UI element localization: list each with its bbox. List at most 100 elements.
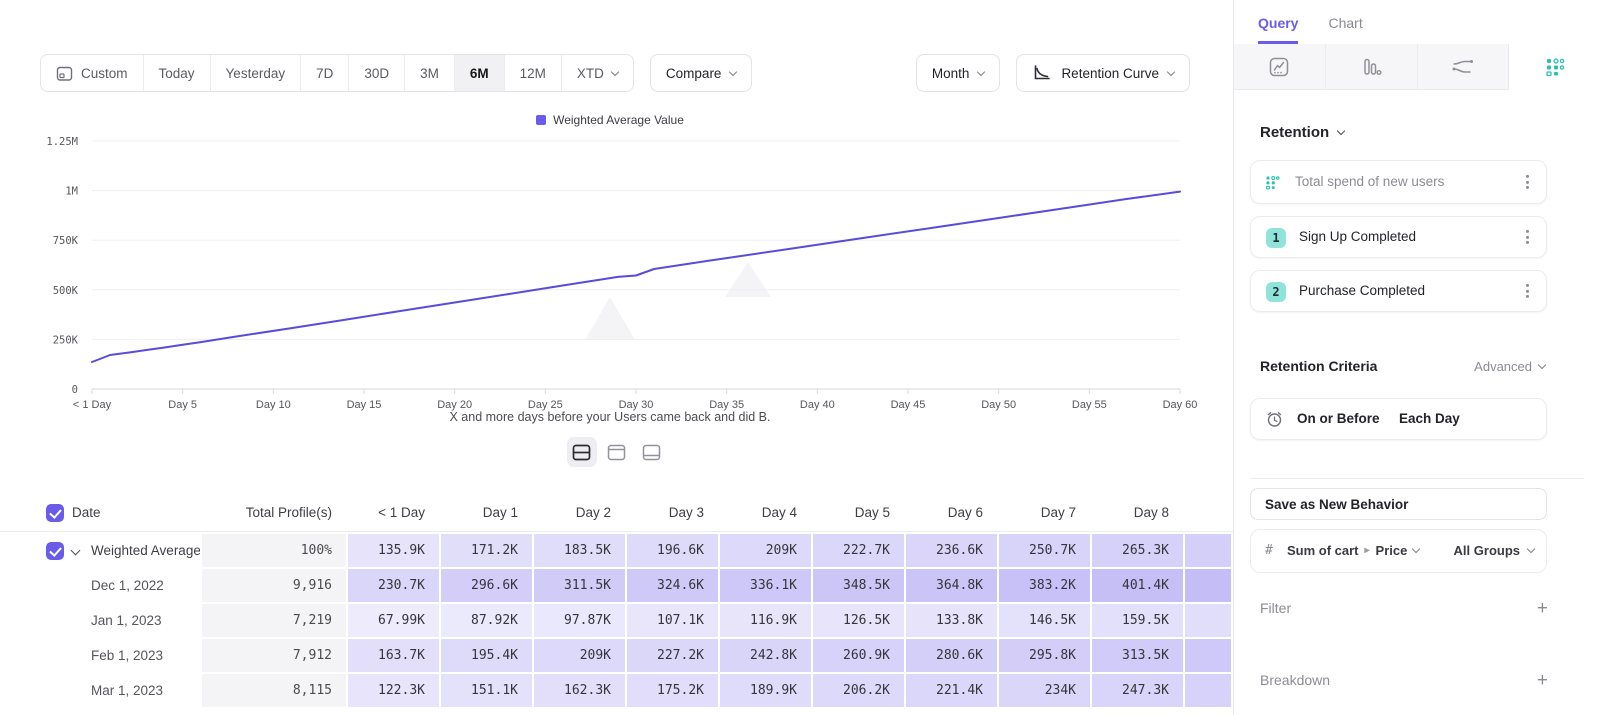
row-expand-chevron[interactable] bbox=[71, 546, 81, 556]
add-filter-button[interactable]: + bbox=[1537, 599, 1548, 618]
group-selector-dropdown[interactable]: All Groups bbox=[1454, 543, 1534, 558]
table-view-button[interactable] bbox=[637, 437, 667, 467]
retention-value-cell[interactable]: 250.7K bbox=[999, 534, 1090, 567]
retention-value-cell[interactable]: 209K bbox=[534, 639, 625, 672]
retention-value-cell[interactable]: 171.2K bbox=[441, 534, 532, 567]
retention-value-cell[interactable]: 116.9K bbox=[720, 604, 811, 637]
granularity-button[interactable]: Month bbox=[916, 54, 1001, 92]
save-as-new-behavior-button[interactable]: Save as New Behavior bbox=[1250, 488, 1547, 520]
criteria-mode-dropdown[interactable]: Advanced bbox=[1474, 359, 1545, 374]
retention-value-cell[interactable]: 146.5K bbox=[999, 604, 1090, 637]
report-funnels-button[interactable] bbox=[1326, 44, 1418, 90]
range-7d[interactable]: 7D bbox=[301, 55, 349, 91]
retention-value-cell[interactable]: 135.9K bbox=[348, 534, 439, 567]
retention-value-cell[interactable]: 280.6K bbox=[906, 639, 997, 672]
range-yesterday[interactable]: Yesterday bbox=[211, 55, 302, 91]
range-custom[interactable]: Custom bbox=[41, 55, 144, 91]
row-label[interactable]: Dec 1, 2022 bbox=[91, 569, 164, 602]
retention-value-cell[interactable]: 67.99K bbox=[348, 604, 439, 637]
row-label-cell[interactable]: Feb 1, 2023 bbox=[0, 639, 200, 672]
total-profiles-cell[interactable]: 100% bbox=[202, 534, 346, 567]
retention-value-cell[interactable]: 230.7K bbox=[348, 569, 439, 602]
criteria-window[interactable]: Each Day bbox=[1399, 411, 1460, 426]
retention-value-cell-clipped[interactable] bbox=[1185, 674, 1231, 707]
chart-type-button[interactable]: Retention Curve bbox=[1016, 54, 1190, 92]
step-menu-button[interactable] bbox=[1522, 226, 1533, 248]
retention-value-cell[interactable]: 133.8K bbox=[906, 604, 997, 637]
retention-value-cell[interactable]: 175.2K bbox=[627, 674, 718, 707]
step-event-label[interactable]: Purchase Completed bbox=[1299, 283, 1425, 298]
step-menu-button[interactable] bbox=[1522, 280, 1533, 302]
retention-value-cell-clipped[interactable] bbox=[1185, 534, 1231, 567]
row-label[interactable]: Mar 1, 2023 bbox=[91, 674, 163, 707]
row-label[interactable]: Weighted Average ... bbox=[91, 534, 200, 567]
report-flows-button[interactable] bbox=[1418, 44, 1510, 90]
retention-value-cell[interactable]: 324.6K bbox=[627, 569, 718, 602]
retention-value-cell[interactable]: 209K bbox=[720, 534, 811, 567]
retention-line[interactable] bbox=[92, 192, 1180, 362]
chart-view-button[interactable] bbox=[602, 437, 632, 467]
step-card-1[interactable]: 1 Sign Up Completed bbox=[1250, 216, 1547, 258]
retention-value-cell[interactable]: 311.5K bbox=[534, 569, 625, 602]
split-view-button[interactable] bbox=[567, 437, 597, 467]
retention-value-cell[interactable]: 265.3K bbox=[1092, 534, 1183, 567]
behavior-card[interactable]: Total spend of new users bbox=[1250, 160, 1547, 204]
retention-value-cell[interactable]: 87.92K bbox=[441, 604, 532, 637]
criteria-condition[interactable]: On or Before bbox=[1297, 411, 1380, 426]
compare-button[interactable]: Compare bbox=[650, 54, 753, 92]
retention-value-cell[interactable]: 383.2K bbox=[999, 569, 1090, 602]
range-xtd[interactable]: XTD bbox=[562, 55, 633, 91]
retention-value-cell[interactable]: 183.5K bbox=[534, 534, 625, 567]
range-30d[interactable]: 30D bbox=[349, 55, 405, 91]
retention-value-cell-clipped[interactable] bbox=[1185, 639, 1231, 672]
criteria-card[interactable]: On or Before Each Day bbox=[1250, 398, 1547, 440]
retention-value-cell[interactable]: 221.4K bbox=[906, 674, 997, 707]
retention-value-cell[interactable]: 401.4K bbox=[1092, 569, 1183, 602]
retention-value-cell[interactable]: 151.1K bbox=[441, 674, 532, 707]
add-breakdown-button[interactable]: + bbox=[1537, 671, 1548, 690]
retention-value-cell[interactable]: 336.1K bbox=[720, 569, 811, 602]
retention-value-cell[interactable]: 313.5K bbox=[1092, 639, 1183, 672]
row-label-cell[interactable]: Weighted Average ... bbox=[0, 534, 200, 567]
tab-query[interactable]: Query bbox=[1258, 15, 1298, 44]
retention-value-cell[interactable]: 295.8K bbox=[999, 639, 1090, 672]
retention-value-cell[interactable]: 348.5K bbox=[813, 569, 904, 602]
retention-value-cell[interactable]: 163.7K bbox=[348, 639, 439, 672]
select-all-checkbox[interactable] bbox=[46, 504, 64, 522]
row-label[interactable]: Feb 1, 2023 bbox=[91, 639, 163, 672]
retention-value-cell[interactable]: 236.6K bbox=[906, 534, 997, 567]
retention-value-cell[interactable]: 159.5K bbox=[1092, 604, 1183, 637]
retention-value-cell[interactable]: 162.3K bbox=[534, 674, 625, 707]
retention-value-cell-clipped[interactable] bbox=[1185, 604, 1231, 637]
total-profiles-cell[interactable]: 7,219 bbox=[202, 604, 346, 637]
tab-chart[interactable]: Chart bbox=[1328, 15, 1362, 44]
retention-section-header[interactable]: Retention bbox=[1260, 124, 1344, 141]
retention-value-cell[interactable]: 364.8K bbox=[906, 569, 997, 602]
step-event-label[interactable]: Sign Up Completed bbox=[1299, 229, 1416, 244]
retention-value-cell[interactable]: 247.3K bbox=[1092, 674, 1183, 707]
row-label-cell[interactable]: Mar 1, 2023 bbox=[0, 674, 200, 707]
retention-value-cell[interactable]: 296.6K bbox=[441, 569, 532, 602]
retention-value-cell[interactable]: 227.2K bbox=[627, 639, 718, 672]
retention-value-cell[interactable]: 122.3K bbox=[348, 674, 439, 707]
retention-value-cell[interactable]: 107.1K bbox=[627, 604, 718, 637]
report-retention-button[interactable] bbox=[1509, 44, 1600, 90]
row-label[interactable]: Jan 1, 2023 bbox=[91, 604, 162, 637]
range-today[interactable]: Today bbox=[144, 55, 211, 91]
range-12m[interactable]: 12M bbox=[505, 55, 562, 91]
row-label-cell[interactable]: Dec 1, 2022 bbox=[0, 569, 200, 602]
measure-property-dropdown[interactable]: Sum of cart ▸ Price bbox=[1287, 543, 1419, 558]
retention-value-cell[interactable]: 242.8K bbox=[720, 639, 811, 672]
retention-value-cell[interactable]: 126.5K bbox=[813, 604, 904, 637]
row-checkbox[interactable] bbox=[46, 542, 64, 560]
behavior-menu-button[interactable] bbox=[1522, 171, 1533, 193]
range-6m-selected[interactable]: 6M bbox=[455, 55, 505, 91]
retention-value-cell[interactable]: 97.87K bbox=[534, 604, 625, 637]
retention-value-cell[interactable]: 234K bbox=[999, 674, 1090, 707]
retention-value-cell[interactable]: 206.2K bbox=[813, 674, 904, 707]
retention-value-cell[interactable]: 222.7K bbox=[813, 534, 904, 567]
total-profiles-cell[interactable]: 8,115 bbox=[202, 674, 346, 707]
retention-value-cell[interactable]: 189.9K bbox=[720, 674, 811, 707]
row-label-cell[interactable]: Jan 1, 2023 bbox=[0, 604, 200, 637]
report-insights-button[interactable] bbox=[1234, 44, 1326, 90]
